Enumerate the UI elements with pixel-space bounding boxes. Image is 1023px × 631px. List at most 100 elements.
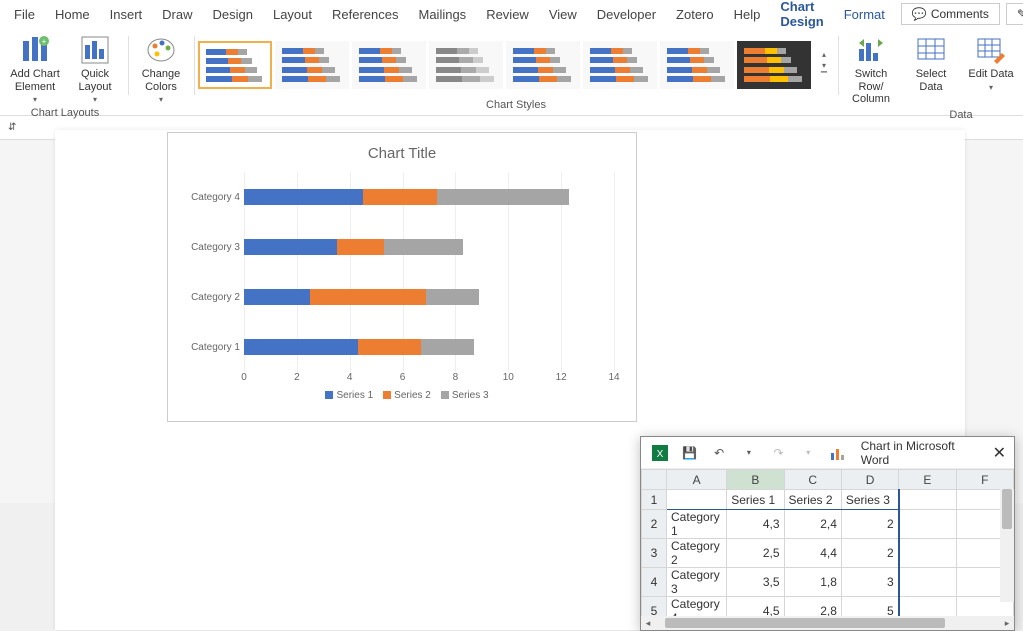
column-header[interactable]: B	[727, 470, 784, 490]
chart-styles-more-button[interactable]: ▴▾▔	[814, 50, 834, 81]
chart-icon	[827, 442, 849, 464]
undo-icon[interactable]: ↶	[708, 442, 730, 464]
scrollbar-thumb[interactable]	[1002, 489, 1012, 529]
comments-button[interactable]: 💬 Comments	[901, 3, 1000, 25]
menu-chart-design[interactable]: Chart Design	[770, 0, 833, 34]
data-cell[interactable]: Series 2	[784, 490, 841, 510]
menu-view[interactable]: View	[539, 2, 587, 27]
scroll-right-arrow[interactable]: ▸	[1000, 616, 1014, 630]
data-cell[interactable]: Category 3	[667, 568, 727, 597]
chart-style-thumb-4[interactable]	[429, 41, 503, 89]
menu-home[interactable]: Home	[45, 2, 100, 27]
chart-bar-segment[interactable]	[437, 189, 569, 205]
editing-mode-button[interactable]: ✎ Editing ▾	[1006, 3, 1023, 25]
menu-mailings[interactable]: Mailings	[409, 2, 477, 27]
data-cell[interactable]: 4,5	[727, 597, 784, 617]
data-cell[interactable]: 2	[841, 539, 898, 568]
data-cell[interactable]	[899, 490, 956, 510]
change-colors-button[interactable]: Change Colors ▾	[132, 32, 190, 106]
menu-file[interactable]: File	[4, 2, 45, 27]
menu-layout[interactable]: Layout	[263, 2, 322, 27]
data-cell[interactable]: 2,8	[784, 597, 841, 617]
chart-bar-segment[interactable]	[426, 289, 479, 305]
chart-bar-segment[interactable]	[244, 339, 358, 355]
menu-references[interactable]: References	[322, 2, 408, 27]
chart-style-thumb-1[interactable]	[198, 41, 272, 89]
column-header[interactable]: A	[667, 470, 727, 490]
add-chart-element-button[interactable]: + Add Chart Element ▾	[6, 32, 64, 106]
chart-bar-segment[interactable]	[244, 289, 310, 305]
chart-style-thumb-3[interactable]	[352, 41, 426, 89]
quick-layout-button[interactable]: Quick Layout ▾	[66, 32, 124, 106]
menu-developer[interactable]: Developer	[587, 2, 666, 27]
chart-bar-segment[interactable]	[310, 289, 426, 305]
data-cell[interactable]	[667, 490, 727, 510]
data-cell[interactable]	[899, 597, 956, 617]
vertical-scrollbar[interactable]	[1000, 489, 1014, 602]
chart-style-thumb-7[interactable]	[660, 41, 734, 89]
chart-bar-segment[interactable]	[363, 189, 437, 205]
data-cell[interactable]: Series 1	[727, 490, 784, 510]
corner-cell[interactable]	[642, 470, 667, 490]
chart-title[interactable]: Chart Title	[180, 141, 624, 172]
chart-style-thumb-5[interactable]	[506, 41, 580, 89]
data-cell[interactable]: 2	[841, 510, 898, 539]
chart-bar-segment[interactable]	[358, 339, 421, 355]
chart-bar-segment[interactable]	[244, 189, 363, 205]
legend-swatch	[325, 391, 333, 399]
data-cell[interactable]	[899, 510, 956, 539]
chart-data-sheet[interactable]: X 💾 ↶ ▾ ↷ ▾ Chart in Microsoft Word ✕ AB…	[640, 436, 1015, 631]
data-grid[interactable]: ABCDEF1Series 1Series 2Series 32Category…	[641, 469, 1014, 616]
data-cell[interactable]: 4,4	[784, 539, 841, 568]
chart-style-thumb-6[interactable]	[583, 41, 657, 89]
data-cell[interactable]: Category 2	[667, 539, 727, 568]
row-header[interactable]: 5	[642, 597, 667, 617]
data-cell[interactable]: 5	[841, 597, 898, 617]
data-cell[interactable]: 2,4	[784, 510, 841, 539]
data-sheet-titlebar[interactable]: X 💾 ↶ ▾ ↷ ▾ Chart in Microsoft Word ✕	[641, 437, 1014, 469]
data-cell[interactable]: 2,5	[727, 539, 784, 568]
chart-object[interactable]: Chart Title Category 4Category 3Category…	[167, 132, 637, 422]
column-header[interactable]: E	[899, 470, 956, 490]
data-cell[interactable]	[899, 568, 956, 597]
chart-bar-segment[interactable]	[337, 239, 385, 255]
column-header[interactable]: C	[784, 470, 841, 490]
horizontal-scrollbar[interactable]: ◂ ▸	[641, 616, 1014, 630]
menu-zotero[interactable]: Zotero	[666, 2, 724, 27]
row-header[interactable]: 4	[642, 568, 667, 597]
menu-review[interactable]: Review	[476, 2, 539, 27]
chart-bar-segment[interactable]	[244, 239, 337, 255]
switch-row-column-button[interactable]: Switch Row/ Column	[842, 32, 900, 108]
menu-design[interactable]: Design	[203, 2, 263, 27]
close-icon[interactable]: ✕	[993, 443, 1006, 463]
scrollbar-thumb[interactable]	[665, 618, 945, 628]
save-icon[interactable]: 💾	[679, 442, 701, 464]
data-cell[interactable]: 4,3	[727, 510, 784, 539]
undo-chevron-icon[interactable]: ▾	[738, 442, 760, 464]
column-header[interactable]: F	[956, 470, 1013, 490]
menu-insert[interactable]: Insert	[100, 2, 153, 27]
select-data-button[interactable]: Select Data	[902, 32, 960, 95]
row-header[interactable]: 3	[642, 539, 667, 568]
menu-format[interactable]: Format	[834, 2, 895, 27]
chart-style-thumb-2[interactable]	[275, 41, 349, 89]
chart-bar-segment[interactable]	[421, 339, 474, 355]
chevron-down-icon: ▾	[159, 95, 163, 104]
data-cell[interactable]: Category 1	[667, 510, 727, 539]
column-header[interactable]: D	[841, 470, 898, 490]
scroll-left-arrow[interactable]: ◂	[641, 616, 655, 630]
chart-style-thumb-8[interactable]	[737, 41, 811, 89]
data-cell[interactable]: 1,8	[784, 568, 841, 597]
data-cell[interactable]: 3,5	[727, 568, 784, 597]
menu-draw[interactable]: Draw	[152, 2, 202, 27]
menu-help[interactable]: Help	[724, 2, 771, 27]
chart-bar-segment[interactable]	[384, 239, 463, 255]
data-cell[interactable]: Category 4	[667, 597, 727, 617]
ribbon-collapse-toggle[interactable]: ⇵	[8, 122, 16, 133]
data-cell[interactable]	[899, 539, 956, 568]
row-header[interactable]: 1	[642, 490, 667, 510]
row-header[interactable]: 2	[642, 510, 667, 539]
edit-data-button[interactable]: Edit Data ▾	[962, 32, 1020, 94]
data-cell[interactable]: 3	[841, 568, 898, 597]
data-cell[interactable]: Series 3	[841, 490, 898, 510]
